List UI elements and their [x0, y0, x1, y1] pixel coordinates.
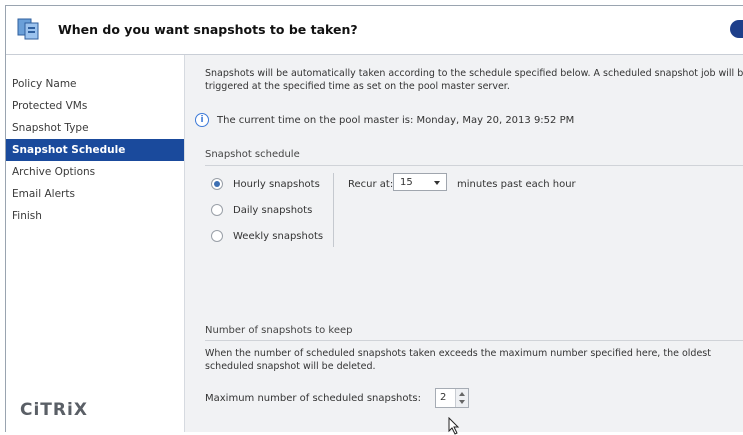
mouse-cursor-icon: [448, 417, 460, 435]
wizard-header: When do you want snapshots to be taken?: [6, 6, 743, 55]
schedule-radio-group: Hourly snapshots Daily snapshots Weekly …: [211, 171, 323, 249]
schedule-vertical-divider: [333, 173, 334, 247]
hourly-snapshots-option[interactable]: Hourly snapshots: [211, 171, 323, 197]
keep-divider: [205, 340, 743, 341]
sidebar-item-finish[interactable]: Finish: [6, 205, 184, 227]
wizard-window: When do you want snapshots to be taken? …: [5, 5, 743, 435]
help-icon[interactable]: [730, 20, 743, 38]
info-icon: i: [195, 113, 209, 127]
pool-time-info: i The current time on the pool master is:…: [195, 113, 574, 127]
sidebar-item-protected-vms[interactable]: Protected VMs: [6, 95, 184, 117]
sidebar-item-archive-options[interactable]: Archive Options: [6, 161, 184, 183]
daily-label: Daily snapshots: [233, 204, 313, 216]
wizard-sidebar: Policy Name Protected VMs Snapshot Type …: [6, 55, 185, 432]
stepper-up-icon[interactable]: [459, 392, 465, 396]
hourly-radio[interactable]: [211, 178, 223, 190]
snapshots-to-keep-label: Number of snapshots to keep: [205, 325, 353, 336]
chevron-down-icon: [434, 181, 440, 185]
recur-minute-select[interactable]: 15: [393, 173, 447, 191]
recur-minute-value: 15: [400, 177, 413, 188]
keep-description: When the number of scheduled snapshots t…: [205, 348, 711, 372]
weekly-radio[interactable]: [211, 230, 223, 242]
weekly-label: Weekly snapshots: [233, 230, 324, 242]
recur-at-label: Recur at:: [348, 179, 394, 190]
max-snapshots-value[interactable]: 2: [440, 392, 446, 403]
wizard-content: Snapshots will be automatically taken ac…: [185, 55, 743, 435]
snapshot-wizard-icon: [17, 18, 39, 40]
stepper-down-icon[interactable]: [459, 400, 465, 404]
schedule-intro-text: Snapshots will be automatically taken ac…: [205, 68, 743, 92]
stepper-buttons: [455, 389, 468, 407]
page-title: When do you want snapshots to be taken?: [58, 22, 358, 37]
citrix-logo: CiTRiX: [20, 400, 88, 420]
pool-time-text: The current time on the pool master is: …: [217, 115, 575, 126]
sidebar-item-snapshot-type[interactable]: Snapshot Type: [6, 117, 184, 139]
schedule-divider: [205, 165, 743, 166]
snapshot-schedule-label: Snapshot schedule: [205, 149, 300, 160]
sidebar-item-policy-name[interactable]: Policy Name: [6, 73, 184, 95]
max-snapshots-stepper[interactable]: 2: [435, 388, 469, 408]
daily-radio[interactable]: [211, 204, 223, 216]
sidebar-item-snapshot-schedule[interactable]: Snapshot Schedule: [6, 139, 184, 161]
weekly-snapshots-option[interactable]: Weekly snapshots: [211, 223, 323, 249]
recur-suffix-label: minutes past each hour: [457, 179, 576, 190]
daily-snapshots-option[interactable]: Daily snapshots: [211, 197, 323, 223]
sidebar-item-email-alerts[interactable]: Email Alerts: [6, 183, 184, 205]
hourly-label: Hourly snapshots: [233, 178, 320, 190]
max-snapshots-label: Maximum number of scheduled snapshots:: [205, 393, 422, 404]
wizard-steps: Policy Name Protected VMs Snapshot Type …: [6, 73, 184, 227]
